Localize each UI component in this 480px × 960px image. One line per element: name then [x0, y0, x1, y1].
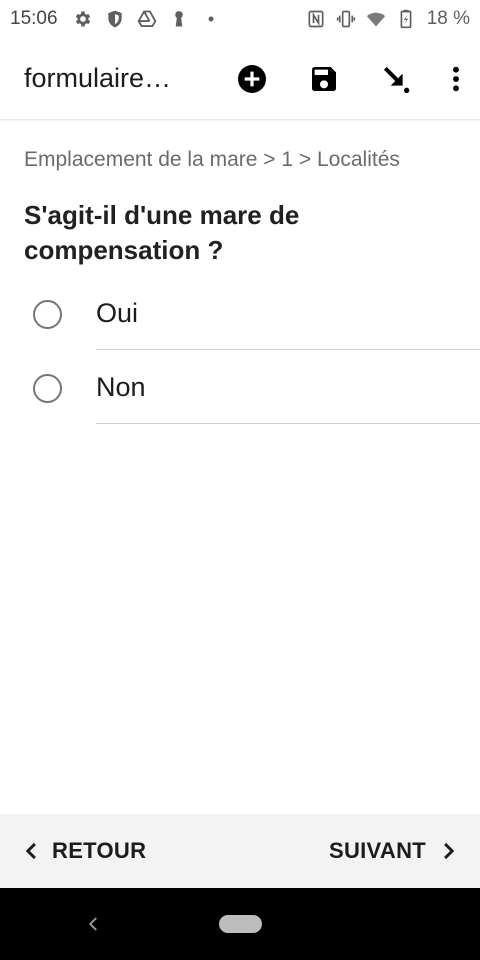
add-circle-icon — [238, 65, 266, 93]
system-home-pill[interactable] — [219, 915, 262, 933]
status-bar: 15:06 18 % — [0, 0, 480, 38]
nfc-icon — [305, 8, 327, 30]
option-non[interactable]: Non — [0, 352, 480, 424]
more-vert-icon — [453, 66, 459, 92]
drive-icon — [136, 8, 158, 30]
chevron-left-icon — [88, 917, 97, 931]
divider — [96, 349, 480, 350]
vibrate-icon — [335, 8, 357, 30]
option-oui[interactable]: Oui — [0, 278, 480, 350]
app-actions — [216, 38, 480, 120]
status-right: 18 % — [305, 8, 470, 30]
shield-icon — [104, 8, 126, 30]
wifi-icon — [365, 8, 387, 30]
system-navigation-bar — [0, 888, 480, 960]
question-label: S'agit-il d'une mare de compensation ? — [24, 200, 300, 265]
save-icon — [312, 67, 336, 91]
app-title: formulaire… — [24, 63, 172, 93]
status-left: 15:06 — [10, 8, 222, 30]
battery-icon — [395, 8, 417, 30]
breadcrumb: Emplacement de la mare > 1 > Localités — [24, 148, 400, 171]
divider — [96, 423, 480, 424]
radio-button[interactable] — [33, 374, 62, 403]
option-label: Oui — [96, 298, 139, 328]
chevron-right-icon — [444, 842, 455, 860]
chevron-left-icon — [25, 842, 36, 860]
app-bar: formulaire… — [0, 38, 480, 120]
gear-icon — [72, 8, 94, 30]
save-button[interactable] — [288, 38, 360, 120]
system-back-button[interactable] — [82, 910, 106, 938]
form-navigation-bar: RETOUR SUIVANT — [0, 814, 480, 888]
next-button[interactable]: SUIVANT — [329, 814, 458, 888]
next-label: SUIVANT — [328, 838, 426, 863]
option-label: Non — [96, 372, 146, 402]
status-time: 15:06 — [10, 8, 58, 29]
arrow-down-right-icon — [383, 66, 410, 93]
dot-icon — [200, 8, 222, 30]
keyhole-icon — [168, 8, 190, 30]
more-options-button[interactable] — [432, 38, 480, 120]
back-button[interactable]: RETOUR — [22, 814, 146, 888]
back-label: RETOUR — [52, 838, 147, 863]
battery-percent: 18 % — [426, 8, 470, 29]
add-button[interactable] — [216, 38, 288, 120]
jump-button[interactable] — [360, 38, 432, 120]
radio-button[interactable] — [33, 300, 62, 329]
